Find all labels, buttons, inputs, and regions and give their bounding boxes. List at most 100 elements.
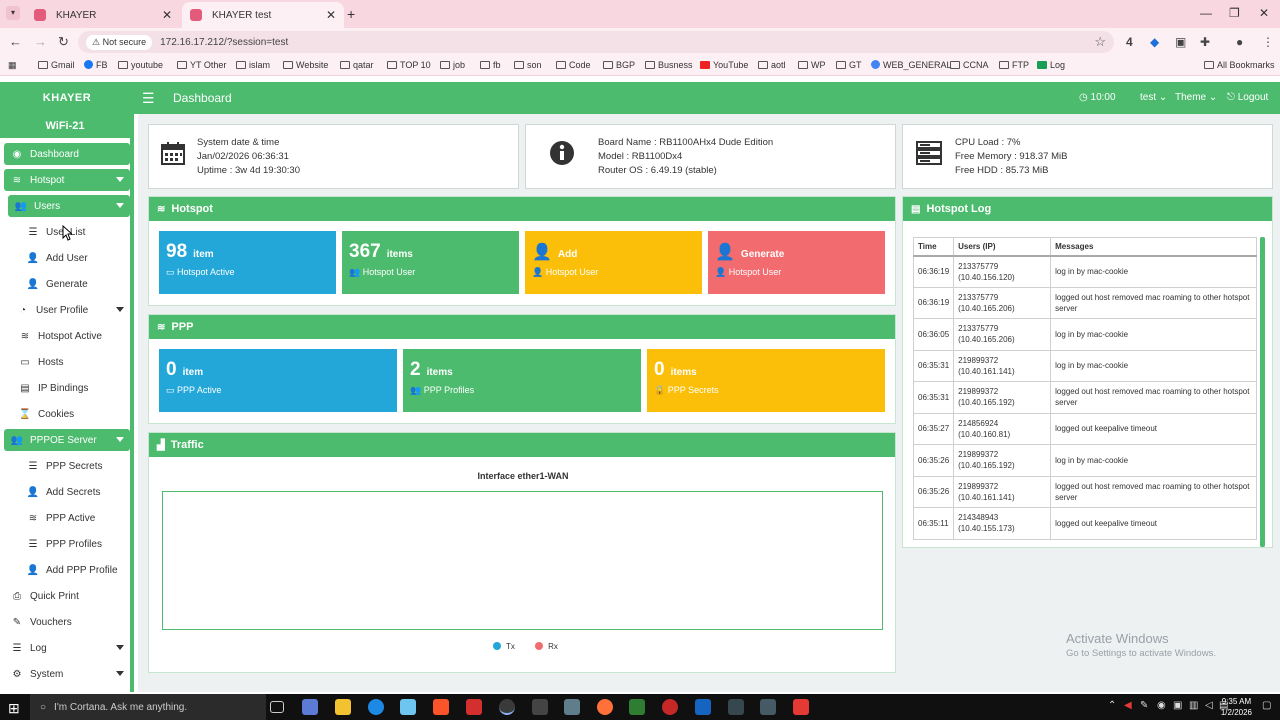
taskbar-app-icon[interactable] — [728, 699, 744, 715]
bookmark-fb-folder[interactable]: fb — [480, 60, 501, 70]
bookmark-youtube-folder[interactable]: youtube — [118, 60, 163, 70]
bookmark-yt-other[interactable]: YT Other — [177, 60, 226, 70]
bookmark-wp[interactable]: WP — [798, 60, 826, 70]
tray-app-icon[interactable]: ✎ — [1140, 700, 1148, 711]
taskbar-app-icon[interactable] — [302, 699, 318, 715]
ppp-active-tile[interactable]: 0 item ▭ PPP Active — [159, 349, 397, 412]
tab-search-chevron-icon[interactable]: ▾ — [6, 6, 20, 20]
log-scrollbar[interactable] — [1260, 237, 1265, 547]
bookmark-log[interactable]: Log — [1037, 60, 1065, 70]
reload-icon[interactable]: ↻ — [58, 34, 69, 50]
back-icon[interactable]: ← — [9, 34, 22, 49]
sidebar-item-system[interactable]: ⚙ System — [4, 663, 130, 685]
extensions-puzzle-icon[interactable]: ✚ — [1200, 35, 1210, 49]
theme-dropdown[interactable]: Theme ⌄ — [1175, 92, 1217, 103]
legend-item-rx[interactable]: Rx — [535, 642, 558, 651]
sidebar-item-user-profile[interactable]: ◔ User Profile — [10, 299, 130, 321]
bookmark-gmail[interactable]: Gmail — [38, 60, 75, 70]
extension-icon[interactable]: ◆ — [1150, 35, 1159, 49]
close-window-icon[interactable]: ✕ — [1259, 6, 1269, 20]
firefox-icon[interactable] — [597, 699, 613, 715]
bookmark-ccna[interactable]: CCNA — [950, 60, 989, 70]
tray-chevron-icon[interactable]: ⌃ — [1108, 700, 1116, 711]
taskbar-app-icon[interactable] — [760, 699, 776, 715]
cortana-search-box[interactable]: ○ I'm Cortana. Ask me anything. — [30, 694, 266, 720]
sidebar-item-ppp-secrets[interactable]: ☰ PPP Secrets — [20, 455, 130, 477]
bookmark-gt[interactable]: GT — [836, 60, 862, 70]
bookmark-website[interactable]: Website — [283, 60, 328, 70]
apps-grid-icon[interactable]: ▦ — [8, 60, 17, 71]
sidebar-item-generate[interactable]: 👤 Generate — [20, 273, 130, 295]
bookmark-aotl[interactable]: aotl — [758, 60, 786, 70]
brave-icon[interactable] — [433, 699, 449, 715]
taskbar-app-icon[interactable] — [400, 699, 416, 715]
sidebar-item-hotspot-active[interactable]: ≋ Hotspot Active — [12, 325, 130, 347]
restore-icon[interactable]: ❐ — [1229, 6, 1240, 20]
browser-menu-icon[interactable]: ⋮ — [1262, 35, 1274, 49]
bookmark-son[interactable]: son — [514, 60, 542, 70]
network-icon[interactable]: ▥ — [1189, 700, 1198, 711]
edge-icon[interactable] — [368, 699, 384, 715]
sidebar-item-log[interactable]: ☰ Log — [4, 637, 130, 659]
add-hotspot-user-tile[interactable]: 👤 Add 👤 Hotspot User — [525, 231, 702, 294]
sidebar-item-user-list[interactable]: ☰ User List — [20, 221, 130, 243]
file-explorer-icon[interactable] — [335, 699, 351, 715]
tray-app-icon[interactable]: ▣ — [1173, 700, 1182, 711]
log-scrollbar-thumb[interactable] — [1260, 237, 1265, 547]
sidebar-item-vouchers[interactable]: ✎ Vouchers — [4, 611, 130, 633]
sidebar-item-ppp-profiles[interactable]: ☰ PPP Profiles — [20, 533, 130, 555]
url-text[interactable]: 172.16.17.212/?session=test — [160, 37, 288, 48]
legend-item-tx[interactable]: Tx — [493, 642, 515, 651]
windows-start-icon[interactable]: ⊞ — [8, 700, 20, 717]
taskbar-app-icon[interactable] — [564, 699, 580, 715]
sidebar-item-add-secrets[interactable]: 👤 Add Secrets — [20, 481, 130, 503]
sidebar-item-dashboard[interactable]: ◉ Dashboard — [4, 143, 130, 165]
sidebar-item-quick-print[interactable]: ⎙ Quick Print — [4, 585, 130, 607]
ppp-secrets-tile[interactable]: 0 items 🔒 PPP Secrets — [647, 349, 885, 412]
extension-badge[interactable]: 4 — [1126, 35, 1133, 49]
bookmark-web-general[interactable]: WEB_GENERAL — [871, 60, 952, 70]
bookmark-qatar[interactable]: qatar — [340, 60, 374, 70]
forward-icon[interactable]: → — [34, 34, 47, 49]
taskbar-app-icon[interactable] — [662, 699, 678, 715]
bookmark-code[interactable]: Code — [556, 60, 591, 70]
generate-hotspot-user-tile[interactable]: 👤 Generate 👤 Hotspot User — [708, 231, 885, 294]
notifications-icon[interactable]: ▢ — [1262, 700, 1271, 711]
new-tab-icon[interactable]: + — [347, 6, 355, 22]
bookmark-busness[interactable]: Busness — [645, 60, 693, 70]
sidebar-item-add-ppp-profile[interactable]: 👤 Add PPP Profile — [20, 559, 130, 581]
taskbar-clock[interactable]: 9:35 AM 1/2/2026 — [1221, 696, 1252, 718]
bookmark-ftp[interactable]: FTP — [999, 60, 1029, 70]
taskbar-app-icon[interactable] — [532, 699, 548, 715]
log-scroll-area[interactable]: Time Users (IP) Messages 06:36:19 2133757… — [913, 237, 1257, 543]
brand-logo[interactable]: KHAYER — [0, 82, 134, 114]
sidebar-item-ip-bindings[interactable]: ▤ IP Bindings — [12, 377, 130, 399]
hotspot-user-tile[interactable]: 367 items 👥 Hotspot User — [342, 231, 519, 294]
logout-button[interactable]: ⎋ Logout — [1227, 92, 1268, 103]
minimize-icon[interactable]: — — [1200, 6, 1212, 20]
tray-app-icon[interactable]: ◉ — [1157, 700, 1166, 711]
hotspot-active-tile[interactable]: 98 item ▭ Hotspot Active — [159, 231, 336, 294]
omnibox[interactable]: ⚠ Not secure 172.16.17.212/?session=test… — [78, 31, 1114, 53]
menu-toggle-icon[interactable]: ☰ — [142, 90, 155, 107]
bookmark-top10[interactable]: TOP 10 — [387, 60, 431, 70]
close-tab-icon[interactable]: ✕ — [326, 8, 336, 22]
chrome-icon[interactable] — [499, 699, 515, 715]
security-indicator[interactable]: ⚠ Not secure — [86, 34, 153, 50]
browser-tab[interactable]: KHAYER ✕ — [26, 2, 180, 28]
taskbar-app-icon[interactable] — [466, 699, 482, 715]
taskbar-app-icon[interactable] — [695, 699, 711, 715]
sidebar-item-pppoe-server[interactable]: 👥 PPPOE Server — [4, 429, 130, 451]
sidebar-item-hosts[interactable]: ▭ Hosts — [12, 351, 130, 373]
task-view-icon[interactable] — [270, 701, 284, 713]
sidebar-item-hotspot[interactable]: ≋ Hotspot — [4, 169, 130, 191]
taskbar-app-icon[interactable] — [629, 699, 645, 715]
bookmark-job[interactable]: job — [440, 60, 465, 70]
tray-app-icon[interactable]: ◀ — [1124, 700, 1132, 711]
bookmark-bgp[interactable]: BGP — [603, 60, 635, 70]
bookmark-youtube[interactable]: YouTube — [700, 60, 748, 70]
taskbar-app-icon[interactable] — [793, 699, 809, 715]
extension-icon[interactable]: ▣ — [1175, 35, 1186, 49]
profile-avatar-icon[interactable]: ● — [1236, 35, 1243, 49]
bookmark-star-icon[interactable]: ☆ — [1094, 34, 1106, 50]
